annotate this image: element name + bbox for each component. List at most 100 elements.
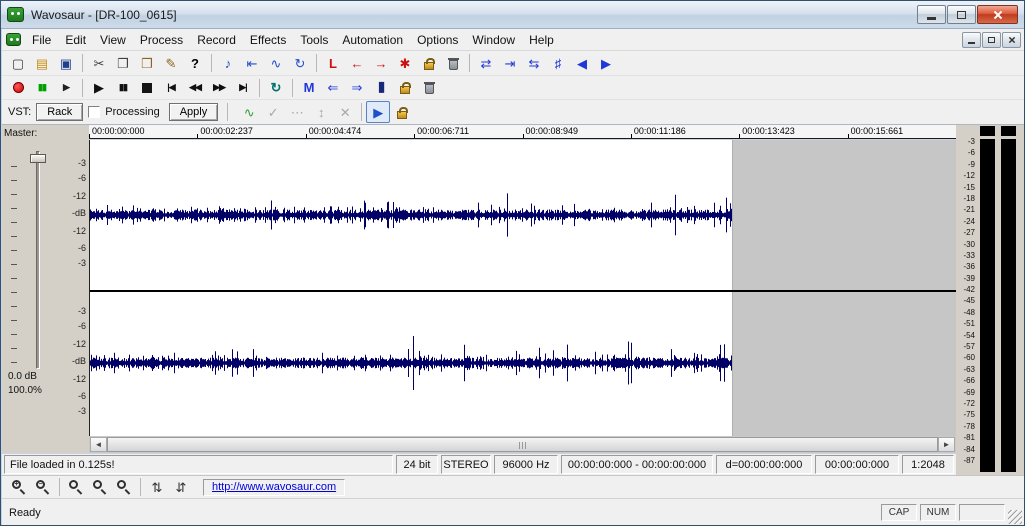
resize-grip[interactable]: [1008, 510, 1022, 524]
goto-end-button[interactable]: ▶|: [231, 77, 255, 99]
scroll-left-arrow[interactable]: ◄: [90, 437, 107, 452]
meter-scale-label: -39: [956, 275, 975, 283]
goto-start-button[interactable]: |◀: [159, 77, 183, 99]
mdi-restore-button[interactable]: [982, 32, 1001, 48]
menu-item-process[interactable]: Process: [133, 31, 190, 49]
paste-mix-button[interactable]: ✎: [159, 52, 183, 74]
open-file-button[interactable]: ▤: [30, 52, 54, 74]
master-volume-slider[interactable]: [36, 151, 40, 369]
next-marker-button[interactable]: ⇒: [345, 77, 369, 99]
vst-rack-button[interactable]: Rack: [36, 103, 83, 121]
rewind-button[interactable]: ◀◀: [183, 77, 207, 99]
minimize-button[interactable]: [917, 5, 946, 24]
delete-markers-button[interactable]: [417, 77, 441, 99]
zoom-vertical-button[interactable]: [88, 476, 112, 498]
waveform-area[interactable]: [89, 140, 956, 436]
master-volume-thumb[interactable]: [30, 154, 46, 163]
extend-selection-button[interactable]: ⇆: [522, 52, 546, 74]
vst-monitor-button[interactable]: ▶: [366, 101, 390, 123]
menu-item-window[interactable]: Window: [465, 31, 522, 49]
zoom-all-button[interactable]: [112, 476, 136, 498]
vst-lock-button[interactable]: [390, 101, 414, 123]
timeline-tick-mark: [306, 134, 307, 138]
menu-item-options[interactable]: Options: [410, 31, 465, 49]
vst-more-icon: ⋯: [291, 106, 304, 119]
vertical-zoom-out-button[interactable]: ⇵: [169, 476, 193, 498]
zoom-vertical-icon: [93, 480, 107, 494]
lock-loop-button[interactable]: [417, 52, 441, 74]
menu-item-help[interactable]: Help: [522, 31, 561, 49]
vst-chain-button[interactable]: ∿: [237, 101, 261, 123]
insert-marker-button[interactable]: M: [297, 77, 321, 99]
paste-button[interactable]: ❒: [135, 52, 159, 74]
prev-marker-button[interactable]: ⇐: [321, 77, 345, 99]
vst-more-button[interactable]: ⋯: [285, 101, 309, 123]
mdi-minimize-button[interactable]: [962, 32, 981, 48]
clear-loop-points-button[interactable]: ✱: [393, 52, 417, 74]
mdi-close-button[interactable]: [1002, 32, 1021, 48]
vst-apply-check-button[interactable]: ✓: [261, 101, 285, 123]
prev-loop-point-button[interactable]: ←: [345, 52, 369, 74]
next-loop-point-button[interactable]: →: [369, 52, 393, 74]
play-button[interactable]: ▶: [87, 77, 111, 99]
scroll-right-arrow[interactable]: ►: [938, 437, 955, 452]
maximize-button[interactable]: [947, 5, 976, 24]
menu-item-automation[interactable]: Automation: [335, 31, 410, 49]
menu-item-edit[interactable]: Edit: [58, 31, 93, 49]
resample-button[interactable]: ↻: [288, 52, 312, 74]
zoom-in-button[interactable]: +: [7, 476, 31, 498]
db-scale-label: -12: [73, 340, 86, 349]
menu-item-view[interactable]: View: [93, 31, 133, 49]
vst-apply-button[interactable]: Apply: [169, 103, 219, 121]
cut-button[interactable]: ✂: [87, 52, 111, 74]
insert-silence-button[interactable]: ∿: [264, 52, 288, 74]
view-start-button[interactable]: ⇤: [240, 52, 264, 74]
zoom-out-button[interactable]: −: [31, 476, 55, 498]
swap-channels-button[interactable]: ⇄: [474, 52, 498, 74]
markers-block-button[interactable]: ▐▌: [369, 77, 393, 99]
magnifier-handle: [20, 489, 26, 495]
record-pause-button[interactable]: ▮▮: [30, 77, 54, 99]
shrink-selection-button[interactable]: ⇥: [498, 52, 522, 74]
waveform-right-channel: [91, 336, 733, 390]
loop-points-button[interactable]: L: [321, 52, 345, 74]
vst-processing-checkbox[interactable]: [88, 106, 100, 118]
record-button[interactable]: [6, 77, 30, 99]
play-backward-button[interactable]: ◀: [570, 52, 594, 74]
lock-markers-icon: [400, 86, 410, 94]
copy-button[interactable]: ❐: [111, 52, 135, 74]
document-icon[interactable]: [6, 33, 21, 46]
lock-markers-button[interactable]: [393, 77, 417, 99]
vst-reorder-button[interactable]: ↕: [309, 101, 333, 123]
loop-playback-button[interactable]: ↻: [264, 77, 288, 99]
horizontal-scrollbar[interactable]: ◄ ►: [89, 436, 956, 453]
delete-loop-button[interactable]: [441, 52, 465, 74]
selection-bounds-button[interactable]: ♯: [546, 52, 570, 74]
meter-scale-label: -6: [956, 149, 975, 157]
zoom-selection-button[interactable]: [64, 476, 88, 498]
meter-scale-label: -9: [956, 161, 975, 169]
scrollbar-thumb[interactable]: [107, 437, 938, 452]
new-file-button[interactable]: ▢: [6, 52, 30, 74]
play-forward-button[interactable]: ▶: [594, 52, 618, 74]
fast-forward-button[interactable]: ▶▶: [207, 77, 231, 99]
vertical-zoom-in-button[interactable]: ⇅: [145, 476, 169, 498]
pause-button[interactable]: ▮▮: [111, 77, 135, 99]
menu-item-record[interactable]: Record: [190, 31, 243, 49]
meter-scale-label: -69: [956, 389, 975, 397]
stop-button[interactable]: [135, 77, 159, 99]
timeline-ruler[interactable]: 00:00:00:00000:00:02:23700:00:04:47400:0…: [89, 125, 956, 139]
menu-item-effects[interactable]: Effects: [243, 31, 293, 49]
magnifier-handle: [44, 489, 50, 495]
save-button[interactable]: ▣: [54, 52, 78, 74]
audition-button[interactable]: ♪: [216, 52, 240, 74]
toolbar-separator: [227, 103, 228, 121]
vst-remove-button[interactable]: ✕: [333, 101, 357, 123]
menu-item-tools[interactable]: Tools: [293, 31, 335, 49]
close-button[interactable]: [977, 5, 1018, 24]
menu-item-file[interactable]: File: [25, 31, 58, 49]
wavosaur-link[interactable]: http://www.wavosaur.com: [212, 481, 336, 493]
help-button[interactable]: ?: [183, 52, 207, 74]
play-cursor-button[interactable]: ▶: [54, 77, 78, 99]
window-title: Wavosaur - [DR-100_0615]: [31, 8, 177, 22]
